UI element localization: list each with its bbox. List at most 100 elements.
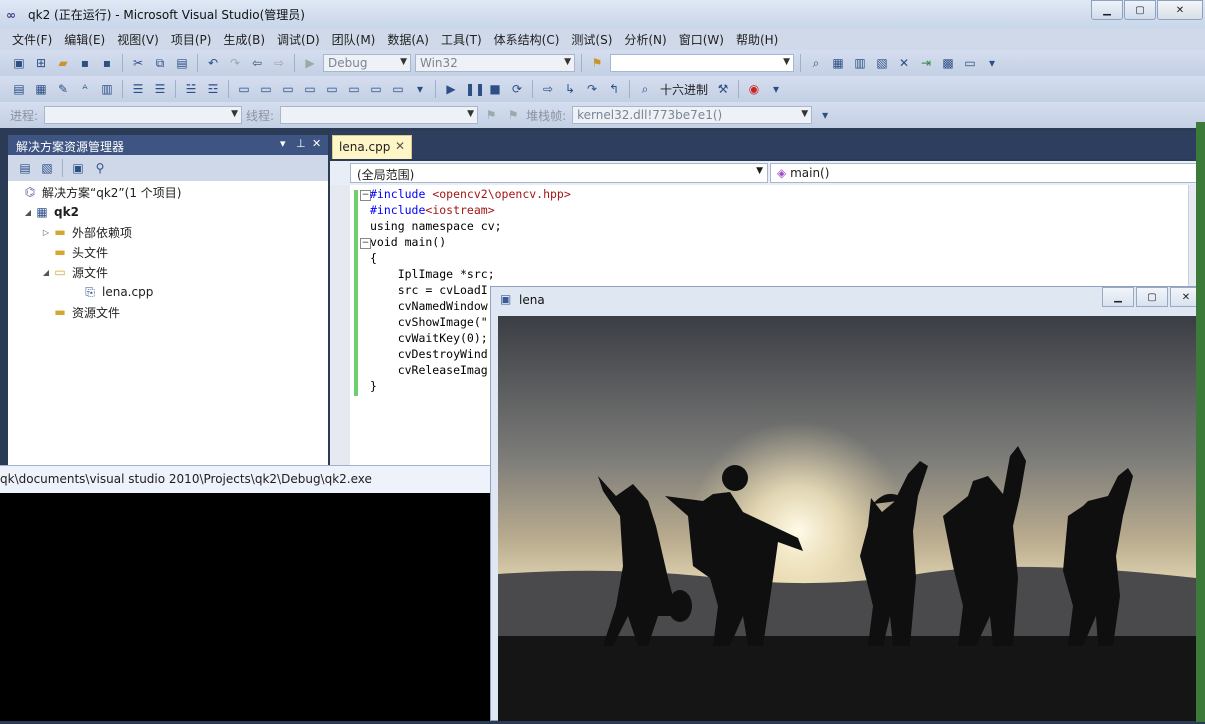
platform-combo[interactable]: Win32 ▼ — [415, 54, 575, 72]
tree-item-solution[interactable]: ⌬ 解决方案“qk2”(1 个项目) — [22, 183, 182, 201]
parameter-info-icon[interactable]: ✎ — [55, 81, 71, 97]
menu-data[interactable]: 数据(A) — [381, 31, 435, 48]
stop-debugging-icon[interactable]: ■ — [487, 81, 503, 97]
menu-help[interactable]: 帮助(H) — [730, 31, 784, 48]
solution-explorer-icon[interactable]: ▦ — [830, 55, 846, 71]
comment-out-icon[interactable]: ☱ — [183, 81, 199, 97]
quick-watch-icon[interactable]: ⌕ — [637, 81, 653, 97]
refresh-icon[interactable]: ▣ — [70, 160, 86, 176]
find-combo[interactable]: ▼ — [610, 54, 794, 72]
command-window-icon[interactable]: ▭ — [962, 55, 978, 71]
next-bookmark-folder-icon[interactable]: ▭ — [324, 81, 340, 97]
minimize-button[interactable]: ▁ — [1102, 287, 1134, 307]
scope-combo[interactable]: (全局范围) ▼ — [350, 163, 768, 183]
properties-icon[interactable]: ▥ — [852, 55, 868, 71]
menu-debug[interactable]: 调试(D) — [271, 31, 326, 48]
toolbar-overflow-icon[interactable]: ▾ — [768, 81, 784, 97]
menu-architecture[interactable]: 体系结构(C) — [488, 31, 566, 48]
expanded-arrow-icon[interactable]: ◢ — [40, 268, 52, 277]
tree-item-project[interactable]: ◢ ▦ qk2 — [22, 203, 79, 221]
restart-icon[interactable]: ⟳ — [509, 81, 525, 97]
stackframe-combo[interactable]: kernel32.dll!773be7e1() ▼ — [572, 106, 813, 124]
save-icon[interactable]: ▪ — [77, 55, 93, 71]
next-bookmark-doc-icon[interactable]: ▭ — [368, 81, 384, 97]
new-project-icon[interactable]: ▣ — [11, 55, 27, 71]
menu-analyze[interactable]: 分析(N) — [618, 31, 672, 48]
properties-icon[interactable]: ▤ — [17, 160, 33, 176]
object-browser-icon[interactable]: ▧ — [874, 55, 890, 71]
process-combo[interactable]: ▼ — [44, 106, 243, 124]
tree-item-lena-cpp[interactable]: ⎘ lena.cpp — [82, 283, 153, 301]
menu-view[interactable]: 视图(V) — [111, 31, 165, 48]
maximize-button[interactable]: ▢ — [1136, 287, 1168, 307]
uncomment-icon[interactable]: ☲ — [205, 81, 221, 97]
step-out-icon[interactable]: ↰ — [606, 81, 622, 97]
menu-team[interactable]: 团队(M) — [326, 31, 382, 48]
step-into-icon[interactable]: ↳ — [562, 81, 578, 97]
next-bookmark-icon[interactable]: ▭ — [280, 81, 296, 97]
menu-file[interactable]: 文件(F) — [6, 31, 58, 48]
pin-icon[interactable]: ⊥ — [296, 137, 306, 150]
member-combo[interactable]: ◈ main() — [770, 163, 1200, 183]
outdent-icon[interactable]: ☰ — [130, 81, 146, 97]
console-output[interactable] — [0, 493, 492, 721]
toggle-flag-icon[interactable]: ⚑ — [483, 107, 499, 123]
tree-item-external-deps[interactable]: ▷ ▬ 外部依赖项 — [40, 223, 132, 241]
minimize-button[interactable]: ▁ — [1091, 0, 1123, 20]
hex-display-button[interactable]: 十六进制 — [660, 81, 708, 98]
close-tab-icon[interactable]: ✕ — [395, 139, 405, 153]
config-combo[interactable]: Debug ▼ — [323, 54, 411, 72]
toolbar-overflow-icon[interactable]: ▾ — [412, 81, 428, 97]
maximize-button[interactable]: ▢ — [1124, 0, 1156, 20]
prev-bookmark-folder-icon[interactable]: ▭ — [302, 81, 318, 97]
menu-project[interactable]: 项目(P) — [165, 31, 218, 48]
navigate-forward-icon[interactable]: ⇨ — [271, 55, 287, 71]
close-icon[interactable]: ✕ — [312, 137, 321, 150]
add-item-icon[interactable]: ⊞ — [33, 55, 49, 71]
menu-edit[interactable]: 编辑(E) — [58, 31, 111, 48]
find-symbol-icon[interactable]: ⌕ — [808, 55, 824, 71]
navigate-back-icon[interactable]: ⇦ — [249, 55, 265, 71]
redo-icon[interactable]: ↷ — [227, 55, 243, 71]
prev-bookmark-icon[interactable]: ▭ — [258, 81, 274, 97]
continue-icon[interactable]: ▶ — [443, 81, 459, 97]
tab-lena-cpp[interactable]: lena.cpp ✕ — [332, 135, 412, 159]
indent-icon[interactable]: ☰ — [152, 81, 168, 97]
menu-build[interactable]: 生成(B) — [217, 31, 271, 48]
comment-icon[interactable]: ▤ — [11, 81, 27, 97]
toolbar-overflow-icon[interactable]: ▾ — [817, 107, 833, 123]
menu-window[interactable]: 窗口(W) — [673, 31, 730, 48]
flag-threads-icon[interactable]: ⚑ — [505, 107, 521, 123]
start-page-icon[interactable]: ⇥ — [918, 55, 934, 71]
chevron-down-icon[interactable]: ▾ — [280, 137, 286, 150]
prev-bookmark-doc-icon[interactable]: ▭ — [346, 81, 362, 97]
expanded-arrow-icon[interactable]: ◢ — [22, 208, 34, 217]
cut-icon[interactable]: ✂ — [130, 55, 146, 71]
start-debugging-icon[interactable]: ▶ — [302, 55, 318, 71]
breakpoints-window-icon[interactable]: ◉ — [746, 81, 762, 97]
copy-icon[interactable]: ⧉ — [152, 55, 168, 71]
find-in-files-icon[interactable]: ⚑ — [589, 55, 605, 71]
toolbox-icon[interactable]: ✕ — [896, 55, 912, 71]
menu-tools[interactable]: 工具(T) — [435, 31, 488, 48]
show-next-statement-icon[interactable]: ⇨ — [540, 81, 556, 97]
tree-item-source-files[interactable]: ◢ ▭ 源文件 — [40, 263, 108, 281]
open-file-icon[interactable]: ▰ — [55, 55, 71, 71]
undo-icon[interactable]: ↶ — [205, 55, 221, 71]
collapsed-arrow-icon[interactable]: ▷ — [40, 228, 52, 237]
break-all-icon[interactable]: ❚❚ — [465, 81, 485, 97]
quick-info-icon[interactable]: ᴬ — [77, 81, 93, 97]
save-all-icon[interactable]: ▪ — [99, 55, 115, 71]
extension-manager-icon[interactable]: ▩ — [940, 55, 956, 71]
bookmark-icon[interactable]: ▭ — [236, 81, 252, 97]
show-all-files-icon[interactable]: ▧ — [39, 160, 55, 176]
step-over-icon[interactable]: ↷ — [584, 81, 600, 97]
clear-bookmarks-icon[interactable]: ▭ — [390, 81, 406, 97]
list-members-icon[interactable]: ▦ — [33, 81, 49, 97]
menu-test[interactable]: 测试(S) — [565, 31, 618, 48]
thread-combo[interactable]: ▼ — [280, 106, 479, 124]
show-threads-icon[interactable]: ⚒ — [715, 81, 731, 97]
tree-item-header-files[interactable]: ▬ 头文件 — [52, 243, 108, 261]
toolbar-overflow-icon[interactable]: ▾ — [984, 55, 1000, 71]
complete-word-icon[interactable]: ▥ — [99, 81, 115, 97]
